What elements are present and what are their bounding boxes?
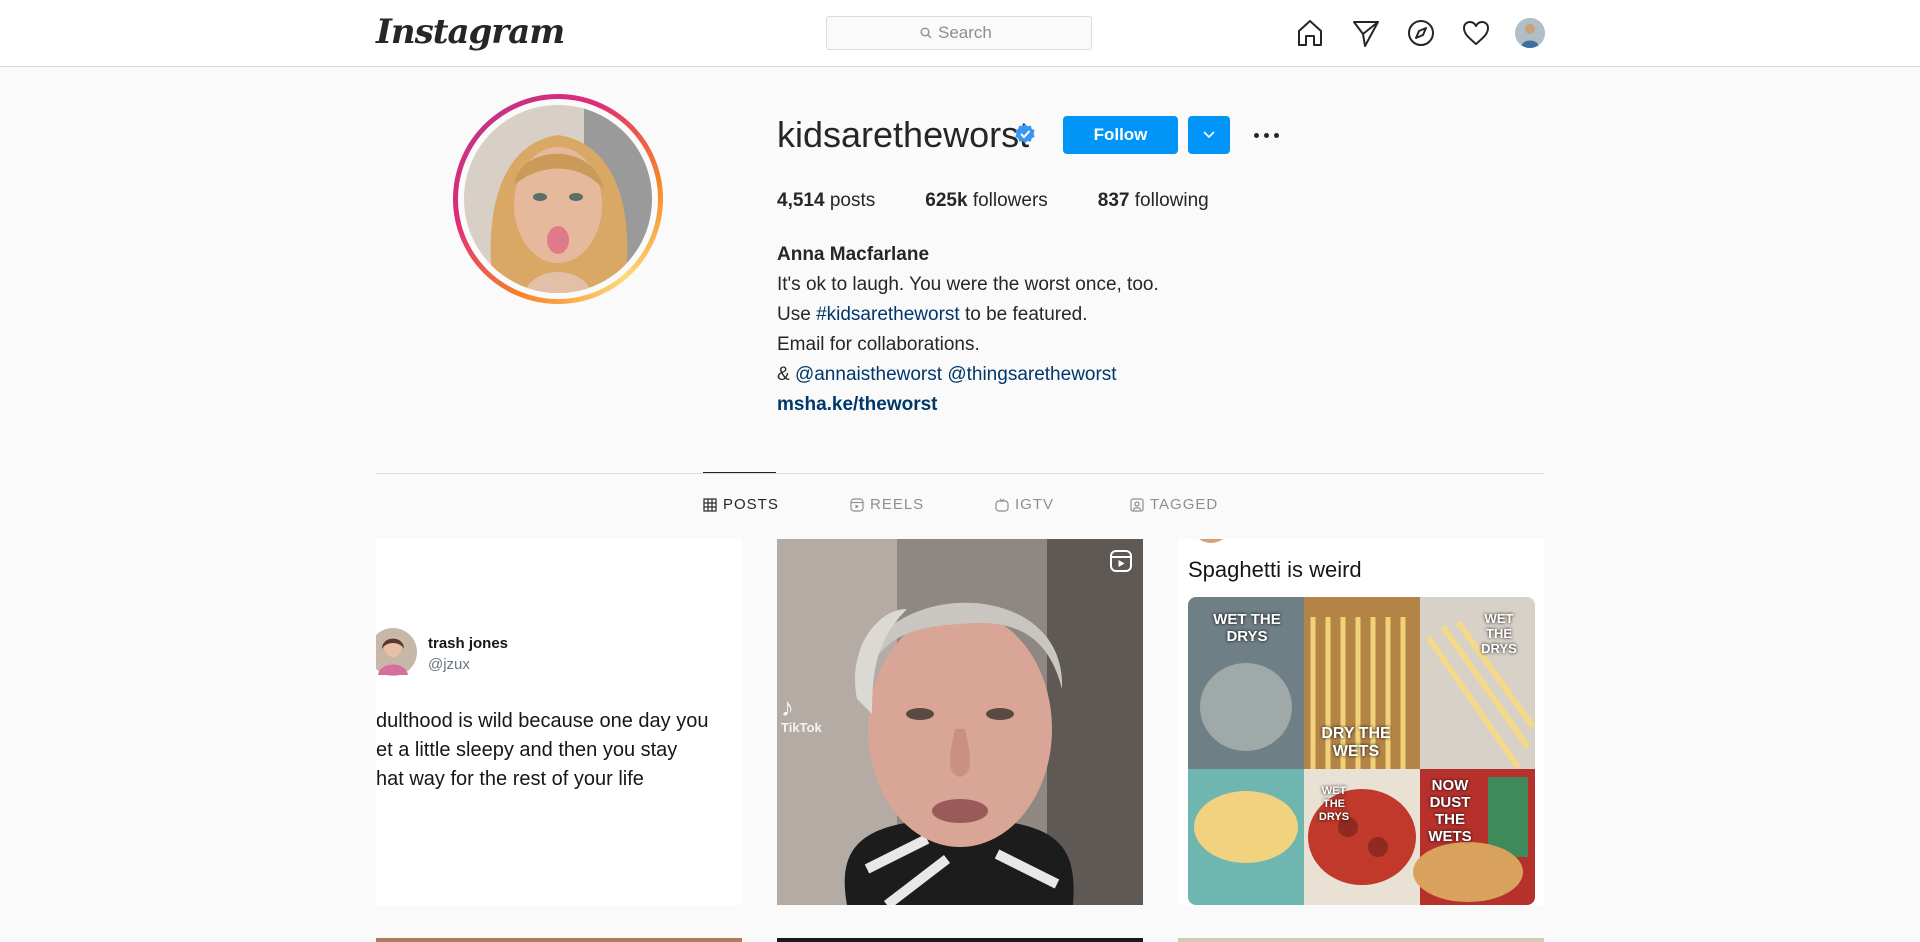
more-dot — [1273, 132, 1279, 138]
stat-posts-value: 4,514 — [777, 190, 825, 211]
instagram-logo[interactable]: Instagram — [376, 12, 565, 52]
tab-reels[interactable]: REELS — [850, 496, 924, 513]
meme-author-avatar — [1199, 539, 1223, 543]
bio-line: Email for collaborations. — [777, 334, 980, 355]
activity-heart-icon[interactable] — [1460, 17, 1492, 49]
more-options-button[interactable] — [1248, 122, 1284, 148]
stat-posts: 4,514 posts — [777, 190, 875, 212]
active-tab-indicator — [703, 472, 776, 473]
grid-icon — [703, 497, 717, 512]
meme-tile-label: WET THE DRYS — [1481, 611, 1517, 656]
tagged-icon — [1130, 497, 1144, 512]
bio-line: & @annaistheworst @thingsaretheworst — [777, 360, 1159, 390]
home-icon[interactable] — [1294, 17, 1326, 49]
profile-stats: 4,514 posts 625k followers 837 following — [777, 190, 1259, 212]
tweet-author-name: trash jones — [428, 635, 509, 652]
top-navigation-bar: Instagram — [0, 0, 1920, 67]
tiktok-logo-icon: ♪ — [781, 692, 794, 722]
stat-followers-value: 625k — [925, 190, 968, 211]
stat-followers-label: followers — [972, 190, 1048, 211]
mention-link[interactable]: @annaistheworst — [795, 364, 942, 385]
meme-caption: Spaghetti is weird — [1188, 557, 1362, 582]
meme-tile-label: WET THE DRYS — [1213, 611, 1281, 645]
more-dot — [1263, 132, 1269, 138]
chevron-down-icon — [1203, 131, 1215, 139]
tab-label: TAGGED — [1150, 496, 1219, 513]
verified-badge-icon — [1015, 124, 1035, 144]
post-thumbnail[interactable]: ♪ TikTok — [777, 539, 1143, 905]
hashtag-link[interactable]: #kidsaretheworst — [816, 304, 960, 325]
meme-tile-label: WET THE DRYS — [1318, 785, 1350, 823]
tweet-author-avatar — [376, 628, 417, 676]
stat-following[interactable]: 837 following — [1098, 190, 1209, 212]
stat-following-value: 837 — [1097, 190, 1130, 211]
meme-image-grid: WET THE DRYS DRY THE WETS WET THE DRYS W… — [1188, 597, 1535, 905]
bio-line: Use #kidsaretheworst to be featured. — [777, 300, 1159, 330]
profile-picture — [464, 105, 652, 293]
tab-tagged[interactable]: TAGGED — [1130, 496, 1218, 513]
stat-followers[interactable]: 625k followers — [925, 190, 1048, 212]
igtv-icon — [995, 498, 1009, 512]
profile-avatar-icon[interactable] — [1515, 18, 1545, 48]
profile-picture-story-ring[interactable] — [453, 94, 663, 304]
search-box[interactable] — [826, 16, 1092, 50]
reel-icon — [1110, 550, 1132, 572]
reel-video-frame — [777, 539, 1143, 905]
reels-icon — [850, 497, 864, 512]
post-thumbnail[interactable]: Spaghetti is weird WET THE DRYS DRY THE … — [1178, 539, 1544, 905]
post-thumbnail[interactable] — [1178, 938, 1544, 942]
follow-button[interactable]: Follow — [1063, 116, 1178, 154]
profile-username: kidsaretheworst — [777, 114, 1030, 155]
tweet-text: dulthood is wild because one day you et … — [376, 707, 708, 794]
tabs-divider — [376, 473, 1544, 474]
tweet-line: hat way for the rest of your life — [376, 768, 644, 790]
post-thumbnail[interactable]: trash jones @jzux dulthood is wild becau… — [376, 539, 742, 905]
tab-igtv[interactable]: IGTV — [995, 496, 1054, 513]
tiktok-watermark-text: TikTok — [781, 720, 822, 735]
post-thumbnail[interactable] — [376, 938, 742, 942]
post-thumbnail[interactable] — [777, 938, 1143, 942]
bio-text: Use — [777, 304, 817, 325]
search-input[interactable] — [938, 23, 998, 43]
search-icon — [920, 27, 932, 39]
bio-line: It's ok to laugh. You were the worst onc… — [777, 274, 1159, 295]
tab-label: POSTS — [723, 496, 779, 513]
tab-label: IGTV — [1015, 496, 1055, 513]
tab-label: REELS — [870, 496, 925, 513]
profile-bio: Anna Macfarlane It's ok to laugh. You we… — [777, 240, 1159, 420]
tweet-author-handle: @jzux — [428, 656, 470, 673]
bio-text: to be featured. — [959, 304, 1088, 325]
tweet-line: et a little sleepy and then you stay — [376, 739, 678, 761]
website-link[interactable]: msha.ke/theworst — [777, 390, 1159, 420]
profile-full-name: Anna Macfarlane — [777, 244, 930, 265]
tab-posts[interactable]: POSTS — [703, 496, 779, 513]
direct-icon[interactable] — [1350, 17, 1382, 49]
stat-posts-label: posts — [829, 190, 876, 211]
suggested-accounts-dropdown-button[interactable] — [1188, 116, 1230, 154]
bio-text: & — [777, 364, 795, 385]
stat-following-label: following — [1134, 190, 1209, 211]
meme-tile-label: NOW DUST THE WETS — [1428, 777, 1472, 845]
meme-tile-label: DRY THE WETS — [1321, 725, 1391, 760]
tweet-line: dulthood is wild because one day you — [376, 710, 709, 732]
mention-link[interactable]: @thingsaretheworst — [947, 364, 1116, 385]
more-dot — [1253, 132, 1259, 138]
tiktok-watermark: ♪ TikTok — [781, 694, 822, 735]
explore-icon[interactable] — [1405, 17, 1437, 49]
